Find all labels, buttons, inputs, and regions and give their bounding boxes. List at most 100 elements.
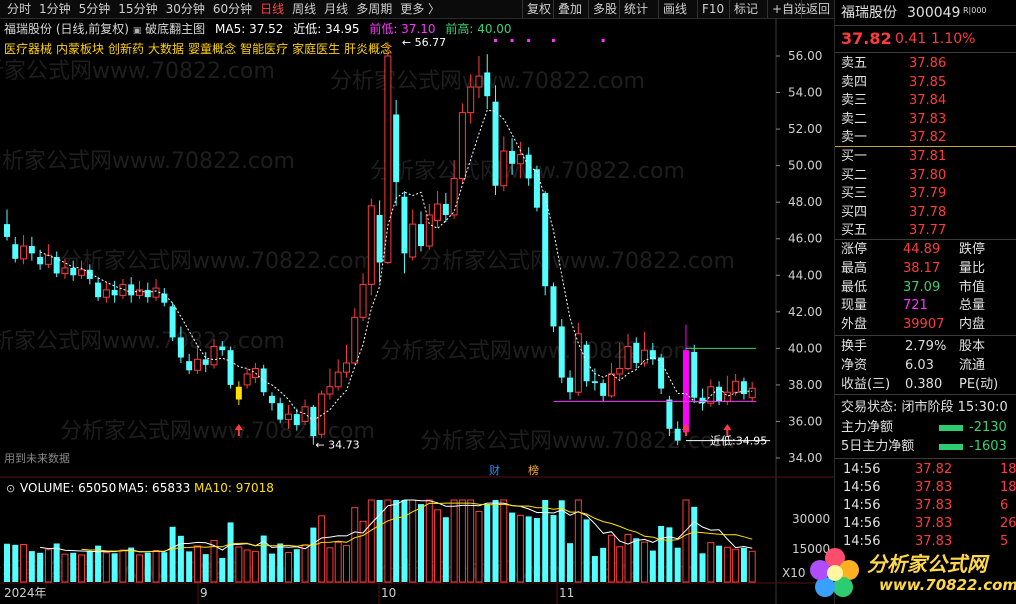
toolbar-button[interactable]: 标记 [729, 0, 762, 18]
candle-body [401, 196, 408, 254]
candle-body [600, 383, 607, 396]
volume-y-tick: X10 [782, 566, 806, 580]
volume-bar [434, 509, 442, 583]
volume-bar [310, 527, 317, 582]
candle-body [475, 75, 483, 88]
toolbar-button[interactable]: 画线 [658, 0, 691, 18]
candle-body [144, 289, 151, 298]
volume-bar [525, 516, 532, 582]
candle-body [235, 386, 242, 400]
stat-label-2: PE(动) [959, 377, 999, 392]
volume-bar [393, 500, 400, 582]
stat-value: 0.380 [905, 377, 943, 392]
volume-bar [285, 551, 293, 583]
volume-bar [70, 552, 77, 582]
stat-value: 39907 [903, 317, 945, 333]
volume-bar [450, 499, 458, 583]
candle-body [492, 101, 499, 186]
volume-bar [567, 543, 574, 582]
volume-bar [418, 504, 424, 582]
y-tick-label: 46.00 [788, 232, 822, 246]
volume-bar [12, 544, 19, 582]
volume-bar [20, 544, 28, 583]
volume-bar [666, 527, 673, 582]
main-flow-label: 主力净额 [841, 420, 894, 435]
x-axis-label: 11 [559, 586, 574, 600]
candle-body [227, 350, 234, 385]
candle-body [450, 177, 458, 216]
r-badge: R|000 [963, 6, 987, 15]
x-axis-label: 9 [200, 586, 208, 600]
candle-body [102, 289, 110, 298]
y-tick-label: 42.00 [788, 305, 822, 319]
volume-y-tick: 30000 [792, 512, 830, 526]
volume-bar [409, 499, 417, 583]
y-tick-label: 56.00 [788, 49, 822, 63]
candle-body [351, 316, 359, 364]
volume-bar [318, 515, 326, 583]
stat-label-2: 内盘 [959, 317, 986, 333]
tick-time: 14:56 [843, 516, 881, 531]
stat-label-2: 量比 [959, 260, 986, 276]
flow5-bar [939, 444, 963, 450]
tick-volume: 6 [1000, 498, 1009, 513]
toolbar-button[interactable]: 多股 [588, 0, 621, 18]
volume-bar [28, 551, 35, 582]
candle-body [152, 287, 160, 298]
volume-bar [591, 556, 598, 582]
volume-bar [219, 557, 226, 582]
volume-bar [235, 546, 243, 583]
candle-body [674, 428, 681, 441]
ask-label: 卖三 [841, 93, 868, 108]
volume-bar [119, 549, 127, 583]
candle-body [583, 344, 590, 382]
stat-label: 换手 [841, 339, 868, 354]
bid-price: 37.79 [909, 186, 947, 201]
toolbar-button[interactable]: 叠加 [553, 0, 586, 18]
candle-body [666, 399, 673, 429]
finance-marker[interactable]: 财 [489, 463, 500, 477]
signal-dot [551, 39, 555, 42]
candle-body [393, 114, 400, 183]
candle-body [268, 395, 275, 404]
candle-body [699, 397, 706, 404]
candle-body [467, 86, 475, 114]
tick-price: 37.82 [915, 462, 953, 477]
watermark-text: 分析家公式网www.70822.com [0, 59, 275, 84]
candle-body [409, 223, 417, 258]
stat-label: 收益(三) [841, 377, 891, 392]
volume-bar [467, 499, 475, 583]
toolbar-button[interactable]: 复权 [522, 0, 555, 18]
kline-chart[interactable]: 分析家公式网www.70822.com 分析家公式网www.70822.com 分析… [0, 18, 834, 604]
toolbar-button[interactable]: 返回 [801, 0, 834, 18]
candle-body [484, 72, 491, 97]
volume-bar [442, 517, 449, 582]
volume-bar [699, 553, 706, 582]
rank-marker[interactable]: 榜 [528, 463, 539, 477]
volume-bar [509, 512, 516, 582]
volume-bar [161, 552, 168, 582]
tick-volume: 18 [1000, 462, 1016, 477]
volume-bar [251, 550, 259, 583]
volume-bar [301, 544, 309, 583]
candle-body [376, 214, 383, 263]
volume-bar [128, 547, 135, 582]
volume-bar [367, 499, 375, 583]
candle-body [418, 224, 424, 247]
volume-bar [44, 549, 52, 583]
candle-body [616, 367, 624, 375]
toolbar-button[interactable]: F10 [697, 0, 728, 18]
candle-body [542, 193, 549, 287]
volume-bar [293, 549, 300, 582]
volume-bar [475, 510, 483, 583]
tick-time: 14:56 [843, 534, 881, 549]
volume-bar [86, 551, 93, 582]
volume-bar [78, 554, 86, 583]
tick-time: 14:56 [843, 498, 881, 513]
price-change-pct: 1.10% [931, 31, 976, 47]
volume-bar [4, 543, 10, 582]
stat-label-2: 跌停 [959, 242, 986, 257]
toolbar-button[interactable]: 统计 [619, 0, 652, 18]
volume-bar [707, 542, 715, 583]
bid-label: 买二 [841, 167, 868, 183]
